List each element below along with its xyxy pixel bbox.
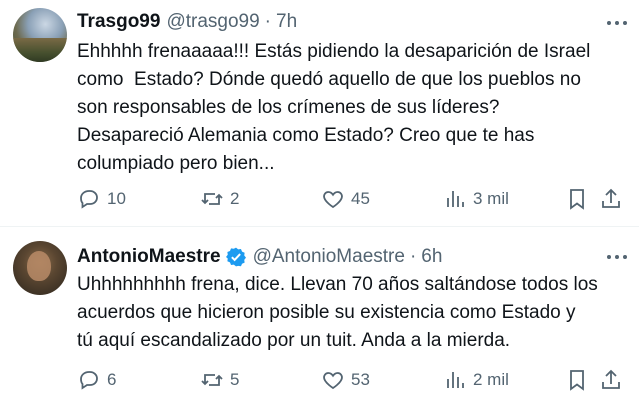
- bookmark-button[interactable]: [565, 367, 589, 393]
- repost-icon: [201, 193, 223, 205]
- timestamp[interactable]: 7h: [276, 11, 297, 33]
- view-count: 2 mil: [473, 370, 509, 389]
- more-icon[interactable]: [607, 18, 627, 28]
- tweet-header: Trasgo99 @trasgo99 · 7h: [77, 10, 297, 34]
- verified-badge-icon: [225, 247, 246, 267]
- tweet-text: Uhhhhhhhhh frena, dice. Llevan 70 años s…: [77, 271, 627, 355]
- bookmark-icon: [570, 189, 584, 210]
- tweet-text-line: son responsables de los crímenes de sus …: [77, 97, 500, 118]
- tweet-text-line: Uhhhhhhhhh frena, dice. Llevan 70 años s…: [77, 274, 598, 295]
- separator-dot: ·: [264, 11, 271, 32]
- action-bar: 10 2 45 3 mil: [77, 186, 629, 212]
- repost-count: 2: [230, 189, 240, 208]
- tweet-text-line: acuerdos que hicieron posible su existen…: [77, 302, 576, 323]
- like-button[interactable]: 53: [321, 367, 370, 393]
- heart-icon: [323, 372, 343, 390]
- share-button[interactable]: [599, 367, 623, 393]
- views-icon: [447, 372, 464, 388]
- tweet-text: Ehhhhh frenaaaaa!!! Estás pidiendo la de…: [77, 38, 627, 178]
- bookmark-button[interactable]: [565, 186, 589, 212]
- share-icon: [602, 369, 620, 389]
- bookmark-icon: [570, 370, 584, 391]
- reply-count: 10: [107, 189, 126, 208]
- tweet-text-line: como Estado? Dónde quedó aquello de que …: [77, 69, 581, 90]
- tweet[interactable]: Trasgo99 @trasgo99 · 7h Ehhhhh frenaaaaa…: [0, 0, 639, 226]
- reply-button[interactable]: 10: [77, 186, 126, 212]
- reply-button[interactable]: 6: [77, 367, 116, 393]
- view-count: 3 mil: [473, 189, 509, 208]
- more-icon[interactable]: [607, 252, 627, 262]
- tweet-text-line: Ehhhhh frenaaaaa!!! Estás pidiendo la de…: [77, 41, 591, 62]
- tweet-text-line: columpiado pero bien...: [77, 153, 275, 174]
- like-button[interactable]: 45: [321, 186, 370, 212]
- views-icon: [447, 191, 464, 207]
- user-handle[interactable]: @AntonioMaestre: [253, 246, 405, 268]
- share-icon: [602, 188, 620, 208]
- tweet-text-line: Desapareció Alemania como Estado? Creo q…: [77, 125, 535, 146]
- repost-count: 5: [230, 370, 240, 389]
- share-button[interactable]: [599, 186, 623, 212]
- tweet-header: AntonioMaestre @AntonioMaestre · 6h: [77, 245, 442, 269]
- reply-count: 6: [107, 370, 117, 389]
- repost-button[interactable]: 2: [200, 186, 239, 212]
- display-name[interactable]: AntonioMaestre: [77, 246, 221, 268]
- views-button[interactable]: 3 mil: [443, 186, 509, 212]
- tweet[interactable]: AntonioMaestre @AntonioMaestre · 6h Uhhh…: [0, 227, 639, 406]
- heart-icon: [323, 191, 343, 209]
- reply-icon: [80, 371, 98, 390]
- display-name[interactable]: Trasgo99: [77, 11, 160, 33]
- reply-icon: [80, 190, 98, 209]
- repost-icon: [201, 374, 223, 386]
- avatar[interactable]: [13, 8, 67, 62]
- views-button[interactable]: 2 mil: [443, 367, 509, 393]
- like-count: 53: [351, 370, 370, 389]
- timestamp[interactable]: 6h: [421, 246, 442, 268]
- tweet-text-line: tú aquí escandalizado por un tuit. Anda …: [77, 330, 511, 351]
- separator-dot: ·: [409, 246, 417, 267]
- avatar[interactable]: [13, 241, 67, 295]
- repost-button[interactable]: 5: [200, 367, 239, 393]
- like-count: 45: [351, 189, 370, 208]
- action-bar: 6 5 53 2 mil: [77, 367, 629, 393]
- user-handle[interactable]: @trasgo99: [166, 11, 259, 33]
